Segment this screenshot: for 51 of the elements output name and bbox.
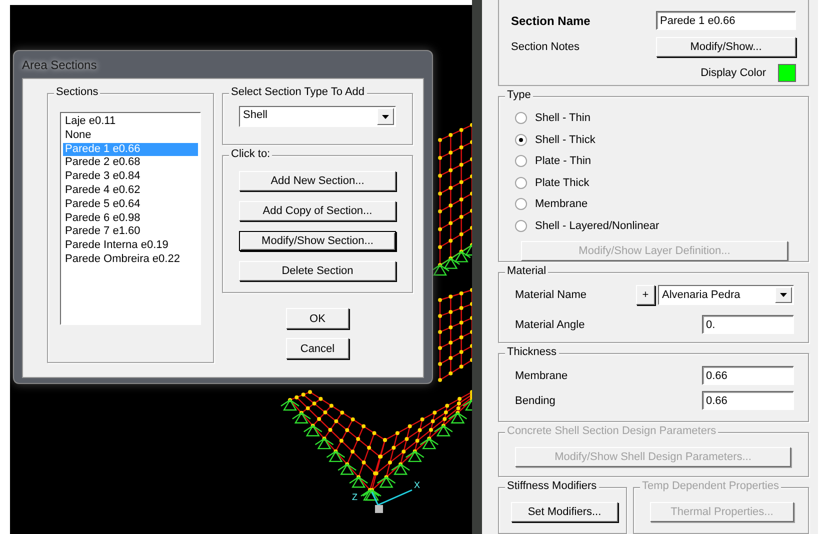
group-label: Material <box>505 265 548 278</box>
ok-button[interactable]: OK <box>286 308 349 329</box>
group-label: Select Section Type To Add <box>229 86 367 98</box>
radio-option[interactable]: Shell - Thin <box>515 110 808 126</box>
delete-section-button[interactable]: Delete Section <box>239 261 396 281</box>
list-item[interactable]: Parede 2 e0.68 <box>63 156 198 170</box>
group-label: Click to: <box>229 148 272 160</box>
list-item[interactable]: Parede 4 e0.62 <box>63 184 198 198</box>
list-item[interactable]: Parede Ombreira e0.22 <box>63 252 198 267</box>
dialog-title: Area Sections <box>22 56 98 74</box>
add-new-section-button[interactable]: Add New Section... <box>239 171 396 191</box>
modify-show-button[interactable]: Modify/Show... <box>656 37 796 57</box>
radio-option[interactable]: Plate Thick <box>515 174 808 190</box>
list-item[interactable]: Laje e0.11 <box>63 115 198 129</box>
list-item[interactable]: Parede 6 e0.98 <box>63 212 198 226</box>
list-item[interactable]: Parede 3 e0.84 <box>63 170 198 184</box>
group-label: Thickness <box>505 346 559 358</box>
list-item[interactable]: Parede 7 e1.60 <box>63 225 198 240</box>
group-label: Temp Dependent Properties <box>640 480 781 492</box>
modify-show-section-button[interactable]: Modify/Show Section... <box>239 231 396 251</box>
field-label: Bending <box>515 394 556 406</box>
field-label: Section Notes <box>511 41 580 53</box>
bending-field[interactable]: 0.66 <box>702 391 794 410</box>
group-label: Sections <box>54 86 100 98</box>
section-name-field[interactable]: Parede 1 e0.66 <box>656 11 796 30</box>
group-label: Concrete Shell Section Design Parameters <box>505 424 718 437</box>
cancel-button[interactable]: Cancel <box>286 338 349 359</box>
field-label: Section Name <box>511 14 590 28</box>
field-label: Material Angle <box>515 318 585 331</box>
radio-option[interactable]: Plate - Thin <box>515 153 808 169</box>
group-label: Stiffness Modifiers <box>505 480 599 492</box>
field-label: Membrane <box>515 370 568 382</box>
membrane-field[interactable]: 0.66 <box>702 366 794 385</box>
add-copy-button[interactable]: Add Copy of Section... <box>239 201 396 221</box>
radio-option[interactable]: Shell - Thick <box>515 132 808 148</box>
axis-label: Z <box>352 492 358 502</box>
list-item[interactable]: None <box>63 128 198 143</box>
list-item[interactable]: Parede 5 e0.64 <box>63 198 198 212</box>
material-angle-field[interactable]: 0. <box>702 315 794 334</box>
section-type-dropdown[interactable]: Shell <box>239 106 396 127</box>
sections-list[interactable]: Laje e0.11 None Parede 1 e0.66 Parede 2 e0.68 Parede 3 e0.84 Parede 4 e0.62 Parede 5 e0.64 Parede 6 e0.98 Parede 7 e1.60 Parede Interna e0.19 Parede Ombreira e0.22 <box>60 112 201 325</box>
list-item[interactable]: Parede Interna e0.19 <box>63 239 198 253</box>
material-dropdown[interactable]: Alvenaria Pedra <box>658 285 794 306</box>
add-material-button[interactable]: + <box>636 285 655 306</box>
field-label: Material Name <box>515 289 587 302</box>
radio-option[interactable]: Shell - Layered/Nonlinear <box>515 218 808 234</box>
set-modifiers-button[interactable]: Set Modifiers... <box>511 502 618 522</box>
field-label: Display Color <box>700 67 766 79</box>
axis-label: X <box>414 480 420 490</box>
group-label: Type <box>505 89 533 102</box>
radio-option[interactable]: Membrane <box>515 196 808 212</box>
